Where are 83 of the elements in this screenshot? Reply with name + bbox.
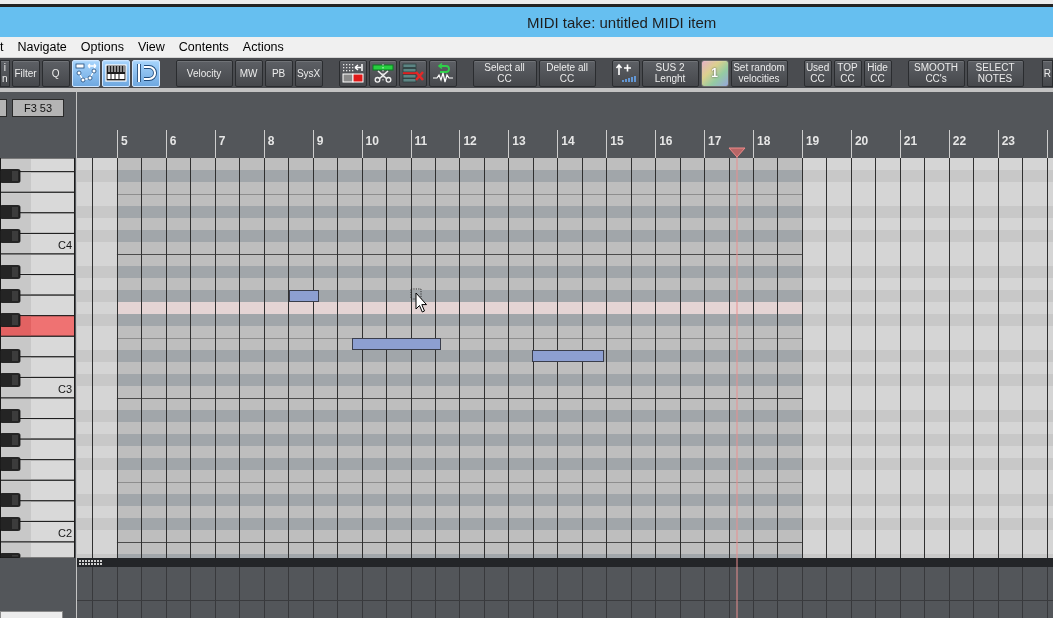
- display-field: [0, 99, 7, 117]
- toolbar-button[interactable]: [338, 59, 367, 87]
- toolbar-button[interactable]: Velocity: [175, 59, 233, 87]
- sharp-key[interactable]: [0, 553, 21, 558]
- bar-number: 17: [708, 134, 722, 148]
- toolbar-button[interactable]: Delete all CC: [538, 59, 596, 87]
- sharp-key[interactable]: [0, 433, 21, 447]
- natural-key[interactable]: [0, 191, 75, 214]
- natural-key[interactable]: [0, 335, 75, 358]
- toolbar-button[interactable]: SMOOTH CC's: [907, 59, 965, 87]
- bar-number: 15: [610, 134, 624, 148]
- keyboard-icon: [104, 63, 127, 83]
- toolbar-button[interactable]: SELECT NOTES: [966, 59, 1024, 87]
- sharp-key[interactable]: [0, 229, 21, 243]
- bar-number: 23: [1001, 134, 1016, 148]
- bar-number: 22: [952, 134, 967, 148]
- toolbar-button[interactable]: MW: [234, 59, 263, 87]
- sharp-key[interactable]: [0, 205, 21, 219]
- timeline-ruler[interactable]: 5 6 7 8 9 10 11 12 13 14 15 16 17 18 19 20 21 22 23: [77, 92, 1053, 158]
- sharp-key[interactable]: [0, 289, 21, 303]
- bar-number: 18: [757, 134, 771, 148]
- bar-number: 9: [316, 134, 324, 148]
- sharp-key[interactable]: [0, 457, 21, 471]
- toolbar-button[interactable]: Hide CC: [863, 59, 892, 87]
- toolbar-button[interactable]: TOP CC: [833, 59, 862, 87]
- midi-note[interactable]: [352, 338, 441, 350]
- bar-number: 5: [120, 134, 128, 148]
- sharp-key[interactable]: [0, 349, 21, 363]
- cc-lane-dropdown[interactable]: [0, 611, 63, 618]
- grid-arrow-icon: [341, 63, 364, 83]
- bar-number: 14: [561, 134, 575, 148]
- arrow-plus-icon: [614, 63, 637, 83]
- bar-number: 19: [805, 134, 820, 148]
- midi-note[interactable]: [289, 290, 319, 302]
- sharp-key[interactable]: [0, 493, 21, 507]
- sharp-key[interactable]: [0, 373, 21, 387]
- menu-item[interactable]: t: [0, 40, 11, 54]
- sharp-key[interactable]: [0, 169, 21, 183]
- list-delete-icon: [401, 63, 424, 83]
- bracket-icon: [134, 63, 157, 83]
- midi-note[interactable]: [532, 350, 604, 362]
- bar-number: 13: [512, 134, 526, 148]
- bar-number: 12: [463, 134, 477, 148]
- toolbar-button[interactable]: SysX: [294, 59, 323, 87]
- bar-number: 6: [169, 134, 177, 148]
- toolbar-button[interactable]: [428, 59, 457, 87]
- bar-number: 16: [659, 134, 673, 148]
- bar-number: 11: [414, 134, 428, 148]
- toolbar-button[interactable]: i n: [0, 59, 10, 87]
- sharp-key[interactable]: [0, 517, 21, 531]
- pointer-cursor-icon: [410, 288, 428, 314]
- natural-key[interactable]: [0, 541, 75, 558]
- toolbar-button[interactable]: SUS 2 Lenght: [641, 59, 699, 87]
- toolbar-button[interactable]: [368, 59, 397, 87]
- note-field: F3 53: [12, 99, 64, 117]
- node-curve-icon: [74, 63, 97, 83]
- toolbar-button[interactable]: Select all CC: [472, 59, 537, 87]
- toolbar-button[interactable]: Q: [41, 59, 70, 87]
- menu-item[interactable]: Options: [73, 40, 131, 54]
- toolbar-button[interactable]: PB: [264, 59, 293, 87]
- scissors-icon: [371, 63, 394, 83]
- toolbar-button[interactable]: Filter: [11, 59, 40, 87]
- bar-number: 8: [267, 134, 275, 148]
- window-title: MIDI take: untitled MIDI item: [527, 13, 717, 31]
- natural-key[interactable]: [0, 158, 75, 173]
- bar-number: 20: [854, 134, 869, 148]
- toolbar-button[interactable]: [611, 59, 640, 87]
- natural-key[interactable]: [0, 479, 75, 502]
- grip-icon: [79, 560, 102, 565]
- menu-item[interactable]: Contents: [171, 40, 236, 54]
- toolbar-button[interactable]: Used CC: [803, 59, 832, 87]
- menu-item[interactable]: View: [130, 40, 172, 54]
- menu-item[interactable]: Actions: [235, 40, 291, 54]
- sharp-key[interactable]: [0, 265, 21, 279]
- menu-item[interactable]: Navigate: [10, 40, 74, 54]
- bar-number: 7: [218, 134, 226, 148]
- sharp-key[interactable]: [0, 313, 21, 327]
- bar-number: 10: [365, 134, 379, 148]
- toolbar-button[interactable]: Set random velocities: [730, 59, 788, 87]
- waveform-icon: [431, 63, 454, 83]
- toolbar-button[interactable]: R: [1041, 59, 1053, 87]
- bar-number: 21: [903, 134, 918, 148]
- sharp-key[interactable]: [0, 409, 21, 423]
